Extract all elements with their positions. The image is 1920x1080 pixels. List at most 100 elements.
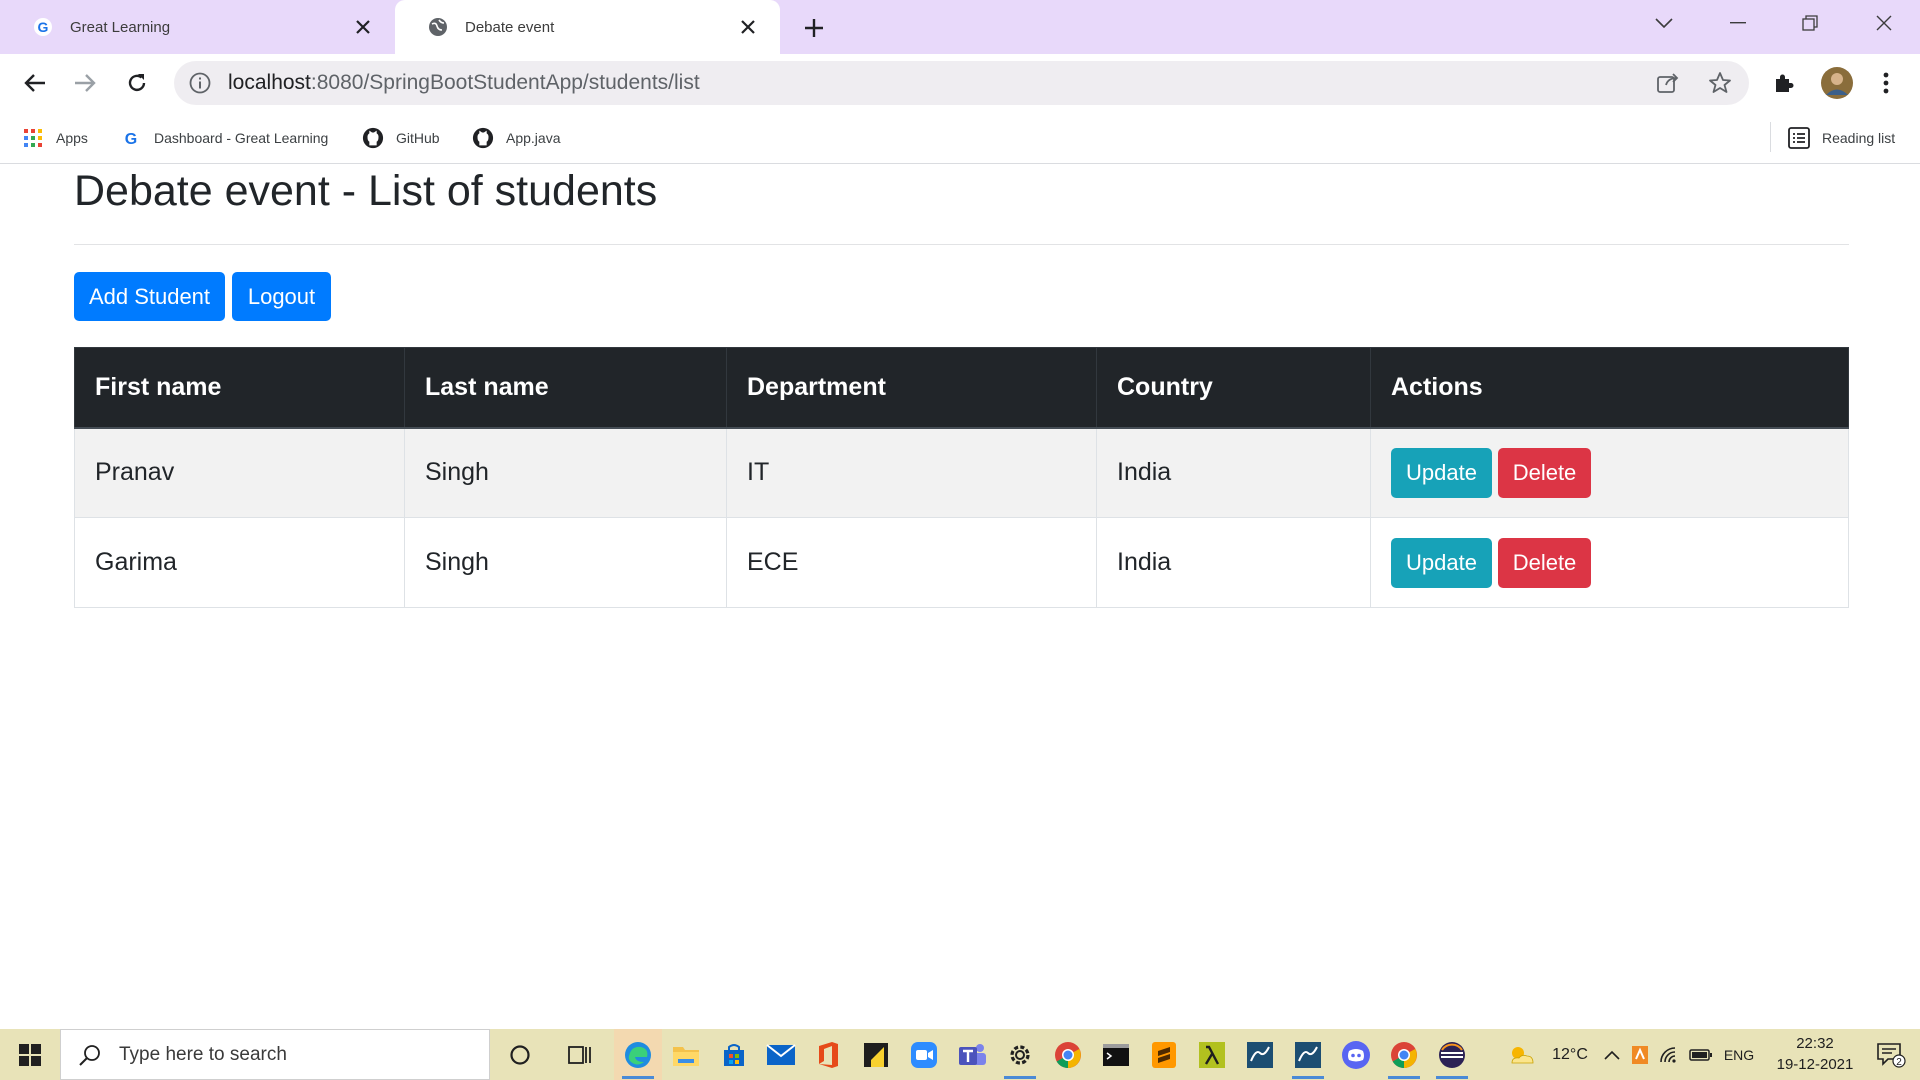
- windows-logo-icon: [19, 1043, 41, 1066]
- teams-icon[interactable]: [948, 1029, 996, 1080]
- tab-strip: G Great Learning Debate event: [0, 0, 1920, 54]
- cell-department: ECE: [726, 517, 1097, 608]
- minimize-icon: [1730, 22, 1746, 24]
- reading-list-button[interactable]: Reading list: [1788, 124, 1895, 152]
- cortana-icon[interactable]: [496, 1029, 544, 1080]
- weather-icon[interactable]: [1500, 1029, 1542, 1080]
- sublime-text-icon[interactable]: [1140, 1029, 1188, 1080]
- clock[interactable]: 22:32 19-12-2021: [1760, 1033, 1870, 1075]
- clock-date: 19-12-2021: [1776, 1056, 1854, 1073]
- logout-button[interactable]: Logout: [232, 272, 331, 321]
- arrow-left-icon: [24, 74, 45, 92]
- globe-icon: [427, 16, 449, 38]
- cell-actions: Update Delete: [1370, 427, 1849, 518]
- puzzle-icon: [1776, 74, 1794, 92]
- cell-last-name: Singh: [404, 517, 727, 608]
- tab-great-learning[interactable]: G Great Learning: [0, 0, 395, 54]
- mysql-workbench-icon[interactable]: [1284, 1029, 1332, 1080]
- office-icon[interactable]: [804, 1029, 852, 1080]
- back-button[interactable]: [15, 63, 55, 103]
- restore-icon: [1802, 15, 1818, 31]
- tab-debate-event[interactable]: Debate event: [395, 0, 780, 54]
- chevron-up-icon[interactable]: [1598, 1029, 1626, 1080]
- reading-list-label: Reading list: [1822, 130, 1896, 146]
- address-bar[interactable]: localhost:8080/SpringBootStudentApp/stud…: [174, 61, 1749, 105]
- bookmark-app-java[interactable]: App.java: [472, 124, 560, 152]
- wifi-icon[interactable]: [1654, 1029, 1684, 1080]
- forward-button[interactable]: [65, 63, 105, 103]
- app-tray-icon[interactable]: [1626, 1029, 1654, 1080]
- page-content: Debate event - List of students Add Stud…: [0, 165, 1920, 1029]
- start-button[interactable]: [0, 1029, 60, 1080]
- delete-button[interactable]: Delete: [1498, 537, 1591, 588]
- update-button[interactable]: Update: [1391, 447, 1492, 498]
- lambda-icon[interactable]: [1188, 1029, 1236, 1080]
- discord-icon[interactable]: [1332, 1029, 1380, 1080]
- bookmark-label: Apps: [56, 130, 88, 146]
- search-icon: [77, 1042, 103, 1068]
- students-table: First name Last name Department Country …: [74, 347, 1849, 608]
- avatar: [1821, 67, 1853, 99]
- microsoft-store-icon[interactable]: [710, 1029, 758, 1080]
- windows-taskbar: Type here to search 12°C ENG 22:32 19-12…: [0, 1029, 1920, 1080]
- notifications-button[interactable]: 2: [1866, 1029, 1916, 1080]
- mail-icon[interactable]: [757, 1029, 805, 1080]
- bookmark-apps[interactable]: Apps: [22, 124, 88, 152]
- minimize-button[interactable]: [1702, 0, 1774, 46]
- column-header-country: Country: [1096, 347, 1371, 429]
- column-header-actions: Actions: [1370, 347, 1849, 429]
- weather-temperature[interactable]: 12°C: [1542, 1029, 1598, 1080]
- bookmarks-divider: [1770, 122, 1771, 152]
- column-header-first-name: First name: [74, 347, 405, 429]
- eclipse-icon[interactable]: [1428, 1029, 1476, 1080]
- settings-gear-icon[interactable]: [996, 1029, 1044, 1080]
- close-window-button[interactable]: [1848, 0, 1920, 46]
- menu-button[interactable]: [1866, 63, 1906, 103]
- info-icon[interactable]: [188, 71, 212, 95]
- edge-icon[interactable]: [614, 1029, 662, 1080]
- add-student-button[interactable]: Add Student: [74, 272, 225, 321]
- restore-button[interactable]: [1774, 0, 1846, 46]
- reading-list-icon: [1788, 127, 1810, 149]
- bookmark-github[interactable]: GitHub: [362, 124, 440, 152]
- terminal-icon[interactable]: [1092, 1029, 1140, 1080]
- tab-search-button[interactable]: [1628, 0, 1700, 46]
- language-indicator[interactable]: ENG: [1718, 1029, 1760, 1080]
- github-icon: [362, 127, 384, 149]
- battery-icon[interactable]: [1684, 1029, 1718, 1080]
- zoom-icon[interactable]: [900, 1029, 948, 1080]
- delete-button[interactable]: Delete: [1498, 447, 1591, 498]
- extensions-button[interactable]: [1764, 63, 1804, 103]
- browser-toolbar: localhost:8080/SpringBootStudentApp/stud…: [0, 54, 1920, 112]
- update-button[interactable]: Update: [1391, 537, 1492, 588]
- taskbar-search-input[interactable]: Type here to search: [60, 1029, 490, 1080]
- file-explorer-icon[interactable]: [662, 1029, 710, 1080]
- task-view-icon[interactable]: [556, 1029, 604, 1080]
- search-placeholder: Type here to search: [119, 1043, 287, 1065]
- share-icon[interactable]: [1656, 71, 1680, 95]
- chrome-icon[interactable]: [1044, 1029, 1092, 1080]
- sticky-notes-icon[interactable]: [852, 1029, 900, 1080]
- close-icon[interactable]: [347, 11, 379, 43]
- cell-first-name: Garima: [74, 517, 405, 608]
- apps-grid-icon: [22, 127, 44, 149]
- new-tab-button[interactable]: [796, 10, 832, 46]
- cell-actions: Update Delete: [1370, 517, 1849, 608]
- cell-last-name: Singh: [404, 427, 727, 518]
- bookmark-dashboard-great-learning[interactable]: G Dashboard - Great Learning: [120, 124, 329, 152]
- close-icon[interactable]: [732, 11, 764, 43]
- svg-text:G: G: [125, 131, 137, 148]
- mysql-workbench-icon[interactable]: [1236, 1029, 1284, 1080]
- bookmark-label: App.java: [506, 130, 561, 146]
- profile-avatar[interactable]: [1817, 63, 1857, 103]
- bookmark-star-icon[interactable]: [1708, 71, 1732, 95]
- chevron-down-icon: [1655, 18, 1673, 28]
- reload-button[interactable]: [117, 63, 157, 103]
- bookmark-label: Dashboard - Great Learning: [154, 130, 329, 146]
- url-host: localhost: [228, 71, 311, 94]
- arrow-right-icon: [75, 74, 96, 92]
- reload-icon: [128, 74, 146, 92]
- chrome-icon[interactable]: [1380, 1029, 1428, 1080]
- tab-title: Great Learning: [70, 18, 171, 36]
- column-header-last-name: Last name: [404, 347, 727, 429]
